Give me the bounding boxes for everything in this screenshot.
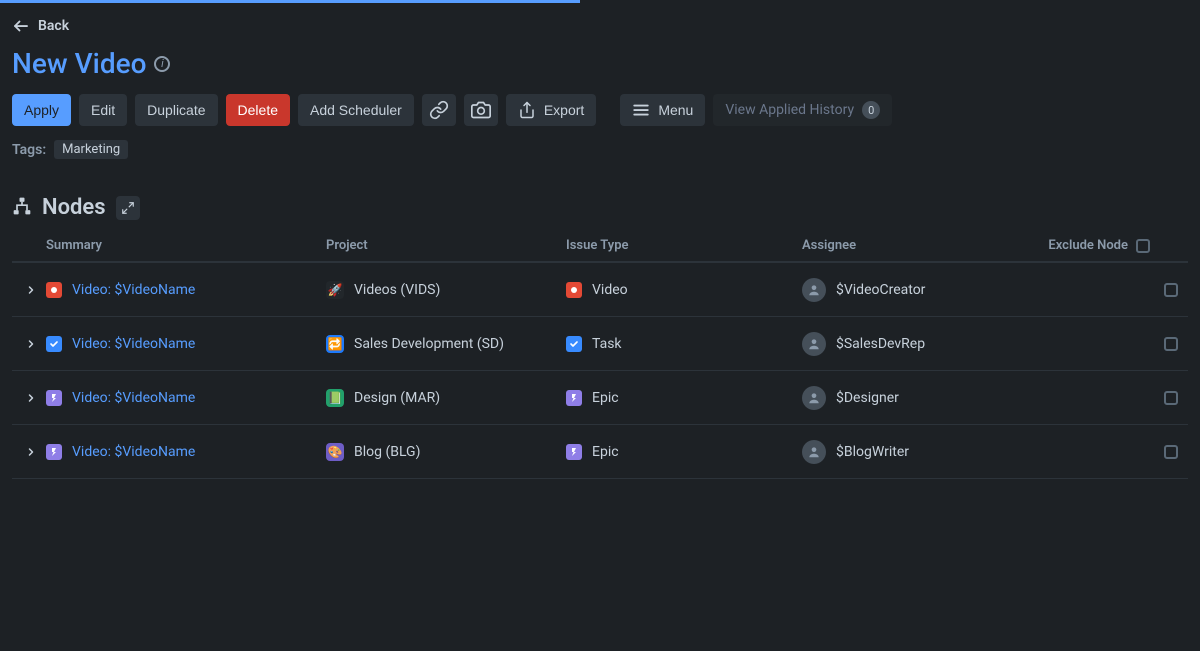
- col-project[interactable]: Project: [326, 238, 566, 253]
- epic-icon: [46, 390, 62, 406]
- info-icon[interactable]: i: [154, 56, 170, 72]
- camera-icon: [471, 100, 491, 120]
- menu-label: Menu: [658, 102, 693, 118]
- table-header: Summary Project Issue Type Assignee Excl…: [12, 230, 1188, 263]
- assignee-name: $VideoCreator: [836, 282, 925, 298]
- assignee-name: $SalesDevRep: [836, 336, 925, 352]
- tag-chip[interactable]: Marketing: [54, 140, 128, 159]
- hierarchy-icon: [12, 196, 32, 220]
- table-row: Video: $VideoName 🔁 Sales Development (S…: [12, 317, 1188, 371]
- epic-icon: [566, 444, 582, 460]
- section-title-nodes: Nodes: [42, 195, 106, 220]
- expand-row-chevron[interactable]: [22, 389, 40, 407]
- loading-bar: [0, 0, 1200, 3]
- exclude-row-checkbox[interactable]: [1164, 337, 1178, 351]
- export-label: Export: [544, 102, 584, 118]
- history-label: View Applied History: [725, 102, 854, 118]
- add-scheduler-button[interactable]: Add Scheduler: [298, 94, 414, 126]
- duplicate-button[interactable]: Duplicate: [135, 94, 217, 126]
- toolbar: Apply Edit Duplicate Delete Add Schedule…: [12, 94, 1188, 126]
- camera-button[interactable]: [464, 94, 498, 126]
- back-button[interactable]: Back: [12, 17, 69, 35]
- summary-link[interactable]: Video: $VideoName: [72, 336, 195, 352]
- col-assignee[interactable]: Assignee: [802, 238, 1012, 253]
- back-label: Back: [38, 18, 69, 34]
- task-icon: [566, 336, 582, 352]
- project-name: Sales Development (SD): [354, 336, 504, 352]
- edit-button[interactable]: Edit: [79, 94, 127, 126]
- col-exclude[interactable]: Exclude Node: [1048, 238, 1128, 253]
- expand-row-chevron[interactable]: [22, 281, 40, 299]
- tags-row: Tags: Marketing: [12, 140, 1188, 159]
- table-row: Video: $VideoName 🚀 Videos (VIDS) Video …: [12, 263, 1188, 317]
- link-icon: [429, 100, 449, 120]
- apply-button[interactable]: Apply: [12, 94, 71, 126]
- menu-button[interactable]: Menu: [620, 94, 705, 126]
- delete-button[interactable]: Delete: [226, 94, 290, 126]
- exclude-row-checkbox[interactable]: [1164, 445, 1178, 459]
- assignee-avatar: [802, 386, 826, 410]
- page-title[interactable]: New Video: [12, 47, 146, 80]
- video-icon: [46, 282, 62, 298]
- expand-icon: [121, 201, 135, 215]
- export-button[interactable]: Export: [506, 94, 596, 126]
- view-history[interactable]: View Applied History 0: [713, 94, 892, 126]
- arrow-left-icon: [12, 17, 30, 35]
- assignee-avatar: [802, 440, 826, 464]
- project-avatar: 🎨: [326, 443, 344, 461]
- history-count: 0: [862, 101, 880, 119]
- project-avatar: 🚀: [326, 281, 344, 299]
- exclude-row-checkbox[interactable]: [1164, 391, 1178, 405]
- summary-link[interactable]: Video: $VideoName: [72, 390, 195, 406]
- col-issue-type[interactable]: Issue Type: [566, 238, 802, 253]
- share-icon: [518, 101, 536, 119]
- project-name: Design (MAR): [354, 390, 440, 406]
- assignee-name: $BlogWriter: [836, 444, 909, 460]
- epic-icon: [46, 444, 62, 460]
- issue-type-label: Video: [592, 282, 628, 298]
- table-row: Video: $VideoName 📗 Design (MAR) Epic $D…: [12, 371, 1188, 425]
- col-summary[interactable]: Summary: [46, 238, 326, 253]
- table-row: Video: $VideoName 🎨 Blog (BLG) Epic $Blo…: [12, 425, 1188, 479]
- video-icon: [566, 282, 582, 298]
- menu-icon: [632, 101, 650, 119]
- project-name: Videos (VIDS): [354, 282, 440, 298]
- exclude-row-checkbox[interactable]: [1164, 283, 1178, 297]
- assignee-avatar: [802, 332, 826, 356]
- link-button[interactable]: [422, 94, 456, 126]
- issue-type-label: Task: [592, 336, 622, 352]
- nodes-table: Summary Project Issue Type Assignee Excl…: [12, 230, 1188, 479]
- tags-label: Tags:: [12, 142, 46, 158]
- summary-link[interactable]: Video: $VideoName: [72, 444, 195, 460]
- assignee-avatar: [802, 278, 826, 302]
- issue-type-label: Epic: [592, 444, 619, 460]
- project-name: Blog (BLG): [354, 444, 420, 460]
- expand-row-chevron[interactable]: [22, 443, 40, 461]
- expand-row-chevron[interactable]: [22, 335, 40, 353]
- issue-type-label: Epic: [592, 390, 619, 406]
- summary-link[interactable]: Video: $VideoName: [72, 282, 195, 298]
- project-avatar: 📗: [326, 389, 344, 407]
- epic-icon: [566, 390, 582, 406]
- expand-tree-button[interactable]: [116, 196, 140, 220]
- exclude-all-checkbox[interactable]: [1136, 239, 1150, 253]
- task-icon: [46, 336, 62, 352]
- project-avatar: 🔁: [326, 335, 344, 353]
- assignee-name: $Designer: [836, 390, 899, 406]
